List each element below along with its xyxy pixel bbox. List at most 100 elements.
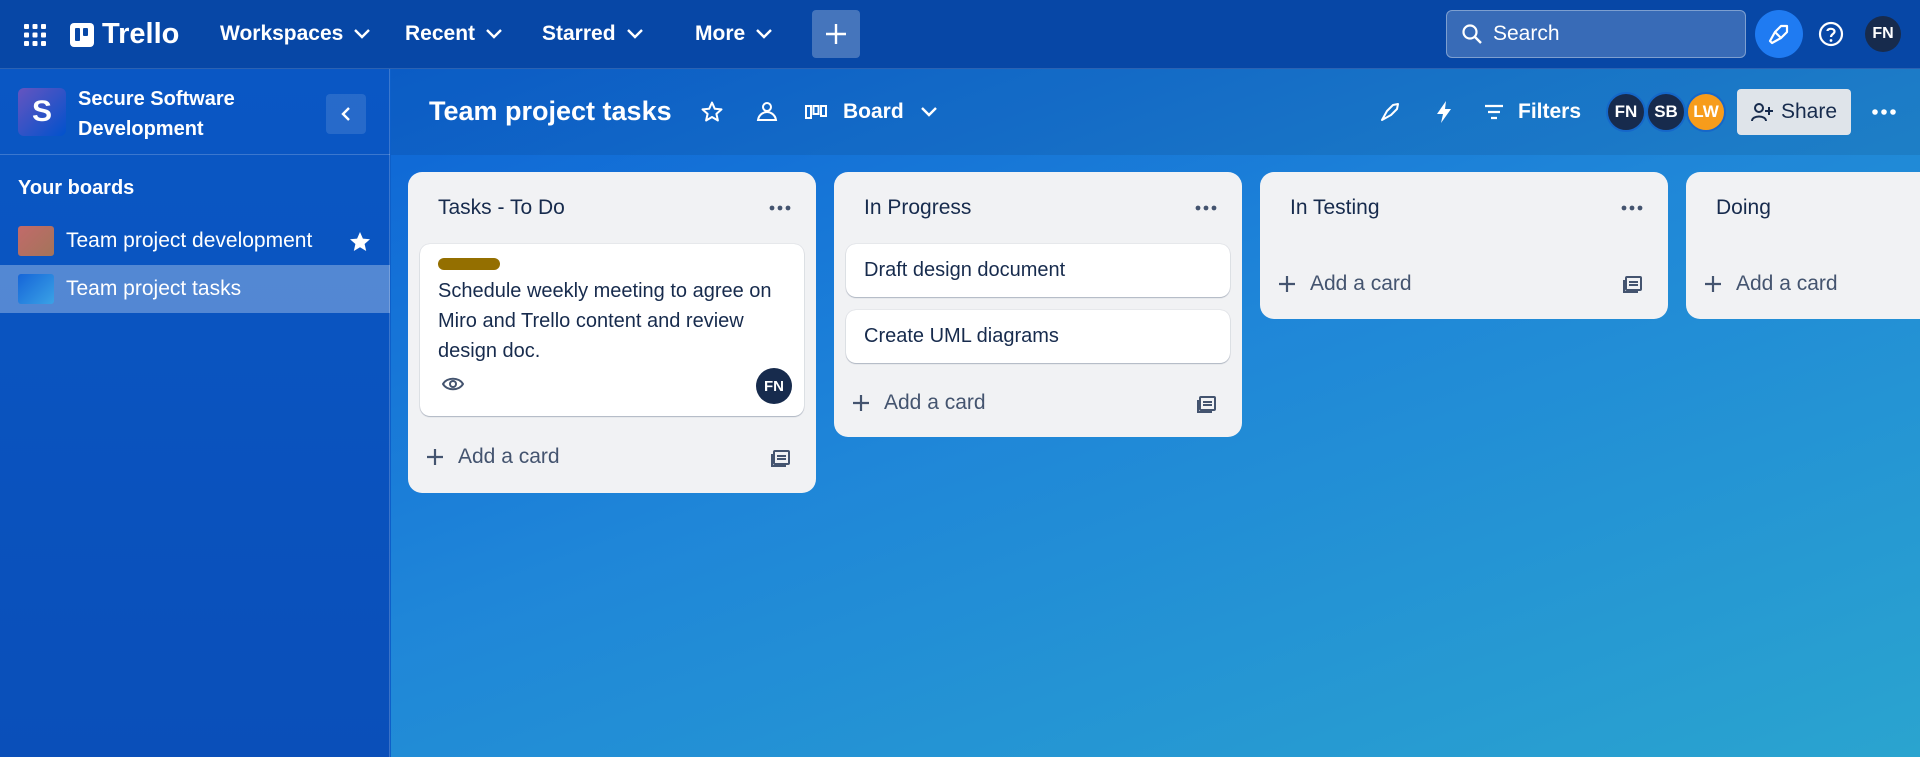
list-tasks-to-do[interactable]: Tasks - To Do Schedule weekly meeting to… [408,172,816,493]
board-menu-button[interactable] [1864,96,1904,128]
top-navigation-bar: Trello Workspaces Recent Starred More Se… [0,0,1920,69]
member-avatar[interactable]: LW [1686,92,1726,132]
watching-eye-icon [442,377,464,391]
board-title[interactable]: Team project tasks [429,96,672,127]
people-icon [756,102,778,121]
board-name: Team project tasks [66,277,242,300]
board-header: Team project tasks Board Filters FN SB L… [391,69,1920,155]
card-template-icon[interactable] [770,447,792,469]
add-card-button[interactable]: Add a card [426,437,560,477]
add-card-button[interactable]: Add a card [1704,264,1838,304]
add-card-label: Add a card [1736,272,1838,295]
workspaces-label: Workspaces [220,22,344,45]
plus-icon [427,449,443,465]
more-menu-button[interactable]: More [683,10,785,58]
chevron-down-icon [626,29,643,39]
chevron-down-icon [354,29,371,39]
list-doing[interactable]: Doing Add a card [1686,172,1920,319]
recent-menu-button[interactable]: Recent [393,10,515,58]
lightning-icon [1437,101,1451,123]
more-label: More [695,22,746,45]
more-horizontal-icon [1195,205,1217,211]
card[interactable]: Schedule weekly meeting to agree on Miro… [420,244,804,416]
share-label: Share [1780,100,1838,123]
plus-icon [826,24,846,44]
your-boards-heading: Your boards [18,177,135,199]
view-label: Board [843,100,904,123]
trello-logo-text: Trello [102,18,180,50]
board-name: Team project development [66,229,313,252]
collapse-sidebar-button[interactable] [326,94,366,134]
share-button[interactable]: Share [1737,89,1851,135]
card-member-avatar[interactable]: FN [756,368,792,404]
chevron-left-icon [341,107,350,121]
chevron-down-icon [756,29,773,39]
card-label[interactable] [438,258,500,270]
plus-icon [1705,276,1721,292]
rocket-icon [1381,103,1399,121]
member-avatar[interactable]: FN [1606,92,1646,132]
workspaces-menu-button[interactable]: Workspaces [208,10,383,58]
plus-icon [1279,276,1295,292]
megaphone-icon [1768,24,1789,45]
account-avatar[interactable]: FN [1865,16,1901,52]
chevron-down-icon [920,107,937,117]
board-thumbnail [18,226,54,256]
trello-logo[interactable]: Trello [70,18,179,51]
search-input[interactable]: Search [1446,10,1746,58]
workspace-avatar[interactable]: S [18,88,66,136]
power-ups-button[interactable] [1376,98,1404,126]
list-menu-button[interactable] [1616,192,1648,224]
app-switcher-icon[interactable] [22,22,48,48]
sidebar-item-team-project-tasks[interactable]: Team project tasks [0,265,390,313]
help-icon [1818,21,1844,47]
card-template-icon[interactable] [1622,273,1644,295]
list-title[interactable]: In Testing [1290,196,1380,220]
board-thumbnail [18,274,54,304]
star-board-button[interactable] [698,98,726,126]
list-title[interactable]: Tasks - To Do [438,196,565,220]
card-template-icon[interactable] [1196,393,1218,415]
automation-button[interactable] [1430,98,1458,126]
add-card-button[interactable]: Add a card [852,383,986,423]
add-card-label: Add a card [1310,272,1412,295]
list-in-progress[interactable]: In Progress Draft design document Create… [834,172,1242,437]
board-view-icon [805,105,827,119]
recent-label: Recent [405,22,476,45]
add-card-label: Add a card [884,391,986,414]
card-title: Schedule weekly meeting to agree on Miro… [438,280,772,362]
card[interactable]: Create UML diagrams [846,310,1230,363]
filters-label: Filters [1518,100,1582,123]
starred-menu-button[interactable]: Starred [530,10,656,58]
filter-icon [1485,104,1503,120]
search-icon [1462,24,1482,44]
workspace-name[interactable]: Secure Software Development [78,84,278,144]
create-button[interactable] [812,10,860,58]
member-avatar[interactable]: SB [1646,92,1686,132]
help-button[interactable] [1813,16,1849,52]
trello-logo-icon [70,22,94,47]
visibility-button[interactable] [753,98,781,126]
more-horizontal-icon [769,205,791,211]
card-title: Create UML diagrams [864,325,1059,347]
board-view-switcher[interactable]: Board [805,91,938,133]
sidebar: S Secure Software Development Your board… [0,69,390,757]
star-filled-icon[interactable] [348,230,372,254]
add-card-button[interactable]: Add a card [1278,264,1412,304]
card[interactable]: Draft design document [846,244,1230,297]
star-outline-icon [701,101,723,122]
add-card-label: Add a card [458,445,560,468]
sidebar-item-team-project-development[interactable]: Team project development [0,217,390,265]
card-title: Draft design document [864,259,1066,281]
search-placeholder: Search [1493,22,1560,45]
list-menu-button[interactable] [1190,192,1222,224]
more-horizontal-icon [1872,109,1896,115]
list-title[interactable]: Doing [1716,196,1771,220]
notifications-button[interactable] [1755,10,1803,58]
filters-button[interactable]: Filters [1484,91,1581,133]
plus-icon [853,395,869,411]
list-in-testing[interactable]: In Testing Add a card [1260,172,1668,319]
starred-label: Starred [542,22,616,45]
list-menu-button[interactable] [764,192,796,224]
list-title[interactable]: In Progress [864,196,971,220]
